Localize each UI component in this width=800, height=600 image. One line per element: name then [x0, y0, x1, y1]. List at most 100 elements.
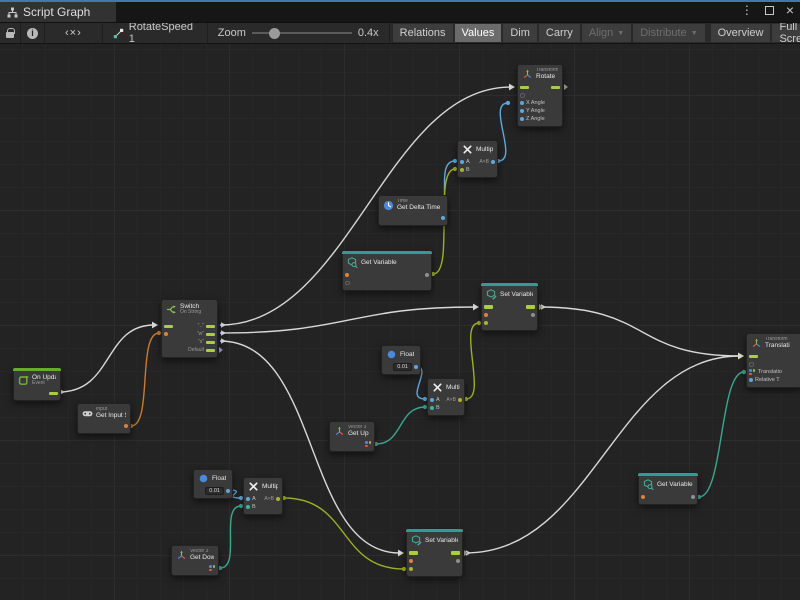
close-icon[interactable]: × [786, 4, 794, 16]
value-input-field[interactable]: 0.01 [205, 487, 224, 495]
value-port[interactable] [430, 406, 434, 410]
value-port[interactable] [246, 505, 250, 509]
wire-flow[interactable] [540, 307, 740, 356]
value-port[interactable] [246, 497, 250, 501]
value-port[interactable] [441, 216, 445, 220]
node-set-variable-2[interactable]: Set Variable [406, 529, 463, 577]
node-multiply-2[interactable]: MultiplyAA×BB [427, 378, 465, 416]
flow-port[interactable] [164, 325, 173, 329]
toolbar-button-full-scre[interactable]: Full Scre [772, 24, 800, 42]
node-get-input-string[interactable]: InputGet Input Strin [77, 403, 131, 434]
toolbar-button-dim[interactable]: Dim [503, 24, 537, 42]
node-get-delta-time[interactable]: TimeGet Delta Time [378, 195, 448, 226]
flow-port[interactable] [409, 551, 418, 555]
node-get-down[interactable]: Vector 3Get Down [171, 545, 219, 576]
wire-string[interactable] [131, 333, 159, 426]
value-port[interactable] [345, 273, 349, 277]
vector3-port[interactable] [749, 369, 756, 375]
node-switch-on-string[interactable]: SwitchOn String"..""w""s"Default [161, 299, 218, 358]
toolbar-button-overview[interactable]: Overview [711, 24, 771, 42]
flow-port[interactable] [484, 305, 493, 309]
node-rotate[interactable]: TransformRotateX AngleY AngleZ Angle [517, 64, 563, 127]
zoom-slider[interactable] [252, 32, 352, 34]
node-on-update[interactable]: On UpdateEvent [13, 368, 61, 401]
value-port[interactable] [458, 398, 462, 402]
tab-script-graph[interactable]: Script Graph [0, 2, 116, 22]
value-port[interactable] [691, 495, 695, 499]
node-header: Float [194, 470, 232, 485]
value-port[interactable] [124, 424, 128, 428]
value-port[interactable] [425, 273, 429, 277]
graph-toolbar: i ‹×› RotateSpeed 1 Zoom 0.4x RelationsV… [0, 22, 800, 44]
window-menu-icon[interactable]: ⋮ [741, 4, 753, 16]
port-label: Z Angle [526, 116, 545, 122]
value-port[interactable] [226, 489, 230, 493]
value-port[interactable] [641, 495, 645, 499]
value-port[interactable] [409, 559, 413, 563]
node-get-variable-1[interactable]: Get Variable [342, 251, 432, 291]
value-port[interactable] [456, 559, 460, 563]
value-port[interactable] [520, 117, 524, 121]
flow-port[interactable] [49, 392, 58, 396]
wire-number[interactable] [498, 103, 508, 161]
value-port[interactable] [414, 365, 418, 369]
graph-breadcrumb[interactable]: RotateSpeed 1 [103, 23, 208, 43]
value-port[interactable] [276, 497, 280, 501]
toolbar-button-distribute: Distribute▼ [633, 24, 704, 42]
node-multiply-3[interactable]: MultiplyAA×BB [243, 477, 283, 515]
wire-flow[interactable] [59, 325, 154, 392]
wire-vector[interactable] [699, 372, 744, 497]
inspect-button[interactable]: i [21, 23, 45, 43]
toolbar-button-carry[interactable]: Carry [539, 24, 580, 42]
float-icon [198, 473, 209, 484]
flow-port[interactable] [206, 325, 215, 329]
value-port[interactable] [484, 313, 488, 317]
maximize-icon[interactable] [765, 6, 774, 15]
graph-canvas[interactable]: TransformRotateX AngleY AngleZ Angle Mult… [0, 44, 800, 600]
value-port[interactable] [749, 378, 753, 382]
wire-flow[interactable] [465, 356, 740, 553]
flow-port[interactable] [206, 341, 215, 345]
vector3-port[interactable] [209, 565, 216, 571]
value-port[interactable] [520, 109, 524, 113]
vector3-port[interactable] [365, 441, 372, 447]
wire-vector[interactable] [376, 407, 425, 444]
flow-port[interactable] [526, 305, 535, 309]
node-title: Get Variable [361, 259, 397, 266]
value-port[interactable] [430, 398, 434, 402]
toolbar-button-values[interactable]: Values [455, 24, 502, 42]
node-titles: TransformTranslati [765, 337, 790, 349]
flow-port[interactable] [520, 86, 529, 90]
node-set-variable-1[interactable]: Set Variable [481, 283, 538, 331]
node-get-variable-2[interactable]: Get Variable [638, 473, 698, 505]
lock-button[interactable] [0, 23, 21, 43]
value-port[interactable] [164, 332, 168, 336]
port-row [407, 549, 462, 557]
node-multiply-1[interactable]: MultiplyAA×BB [457, 140, 498, 178]
node-get-up[interactable]: Vector 3Get Up [329, 421, 375, 452]
flow-port[interactable] [206, 349, 215, 353]
wire-flow[interactable] [220, 307, 475, 333]
wire-vector[interactable] [220, 506, 241, 568]
wire-olive[interactable] [466, 323, 479, 399]
node-float-2[interactable]: Float 0.01 [193, 469, 233, 499]
value-port[interactable] [531, 313, 535, 317]
node-float-1[interactable]: Float0.01 [381, 345, 421, 375]
flow-port[interactable] [551, 86, 560, 90]
value-port[interactable] [491, 160, 495, 164]
flow-port[interactable] [206, 333, 215, 337]
value-port[interactable] [409, 567, 413, 571]
flow-port[interactable] [749, 355, 758, 359]
value-input-field[interactable]: 0.01 [393, 363, 412, 371]
port-row [639, 493, 697, 501]
code-preview-button[interactable]: ‹×› [45, 23, 103, 43]
value-port[interactable] [484, 321, 488, 325]
value-port[interactable] [520, 101, 524, 105]
zoom-slider-handle[interactable] [269, 28, 280, 39]
wire-olive[interactable] [284, 498, 404, 569]
toolbar-button-relations[interactable]: Relations [393, 24, 453, 42]
value-port[interactable] [460, 160, 464, 164]
node-translate[interactable]: TransformTranslatiTranslatioRelative T [746, 333, 800, 388]
value-port[interactable] [460, 168, 464, 172]
flow-port[interactable] [451, 551, 460, 555]
